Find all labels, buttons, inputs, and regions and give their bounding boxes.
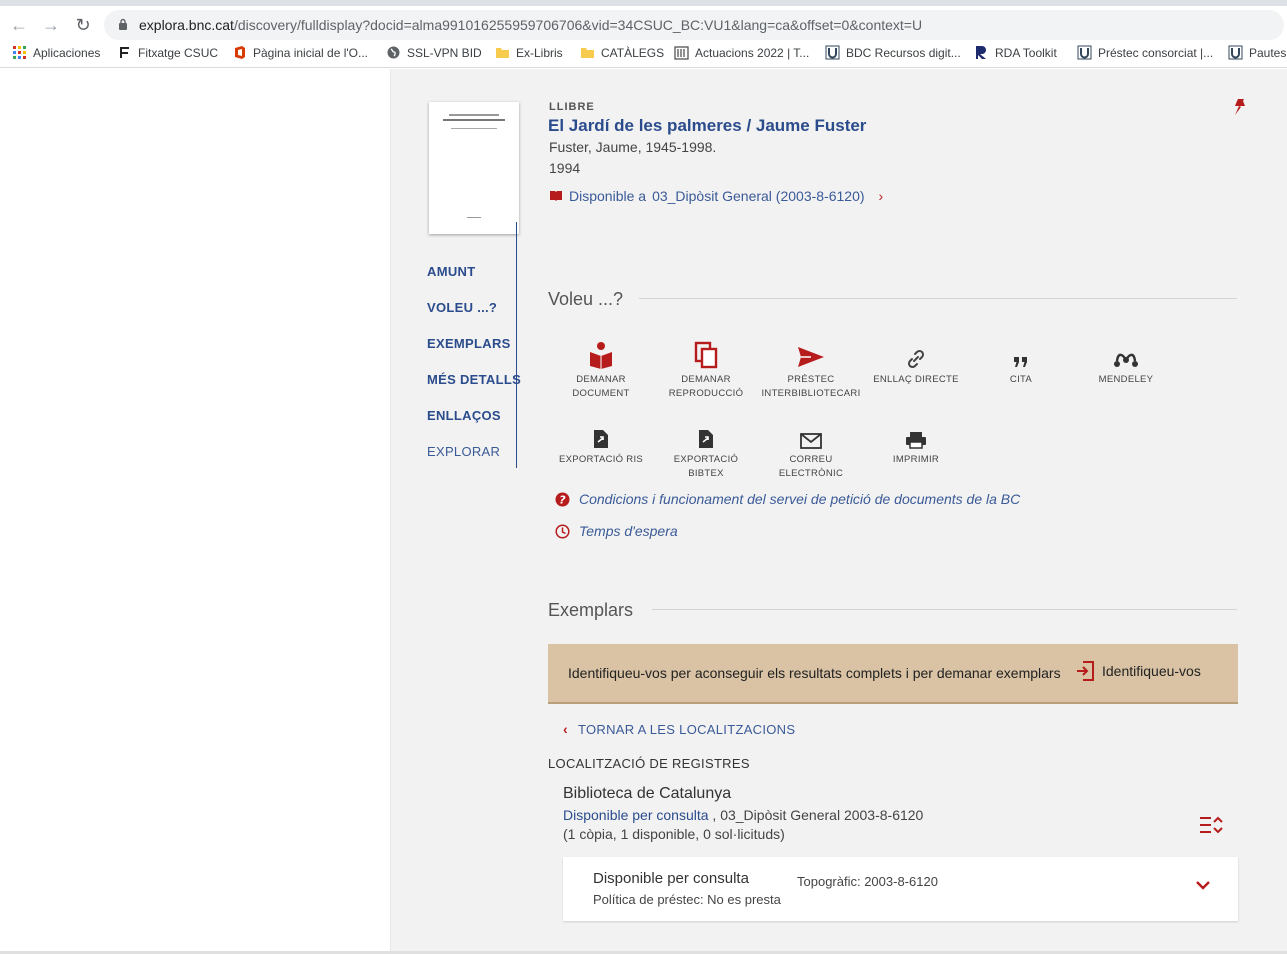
library-status-line: Disponible per consulta , 03_Dipòsit Gen… (563, 807, 924, 823)
nav-enllacos[interactable]: ENLLAÇOS (427, 408, 501, 423)
bookmark-office[interactable]: Pàgina inicial de l'O... (232, 45, 368, 60)
status-link[interactable]: Disponible per consulta (563, 807, 709, 823)
globe-icon (387, 46, 400, 59)
filter-sort-icon[interactable] (1199, 815, 1223, 835)
exportacio-ris-button[interactable]: EXPORTACIÓ RIS (549, 417, 653, 467)
request-book-icon (590, 342, 612, 369)
bookmarks-bar: Aplicaciones Fitxatge CSUC Pàgina inicia… (0, 40, 1287, 68)
browser-toolbar: ← → ↻ explora.bnc.cat/discovery/fulldisp… (0, 0, 1287, 40)
exemplars-heading: Exemplars (548, 600, 634, 620)
library-name: Biblioteca de Catalunya (563, 785, 732, 802)
demanar-document-button[interactable]: DEMANAR DOCUMENT (549, 337, 653, 401)
back-arrow-icon[interactable]: ← (8, 14, 30, 36)
record-author: Fuster, Jaume, 1945-1998. (549, 139, 717, 155)
reload-icon[interactable]: ↻ (72, 14, 94, 36)
bookmark-fitxatge[interactable]: Fitxatge CSUC (117, 45, 218, 60)
clock-icon (555, 524, 570, 539)
pin-icon[interactable] (1233, 98, 1247, 116)
svg-text:?: ? (559, 494, 566, 507)
divider (639, 298, 1237, 299)
loan-policy: Política de préstec: No es presta (593, 892, 781, 907)
record-title[interactable]: El Jardí de les palmeres / Jaume Fuster (548, 116, 866, 136)
nav-voleu[interactable]: VOLEU ...? (427, 300, 497, 315)
u-icon (1077, 45, 1092, 60)
folder-icon (581, 48, 594, 58)
help-icon: ? (555, 492, 570, 507)
cita-button[interactable]: CITA (969, 337, 1073, 387)
call-number: Topogràfic: 2003-8-6120 (797, 874, 938, 889)
nav-explorar[interactable]: EXPLORAR (427, 444, 500, 459)
section-nav: AMUNT VOLEU ...? EXEMPLARS MÉS DETALLS E… (427, 222, 521, 468)
office-icon (235, 46, 245, 59)
r-icon (976, 46, 986, 59)
nav-exemplars[interactable]: EXEMPLARS (427, 336, 511, 351)
bookmark-exlibris[interactable]: Ex-Libris (495, 45, 563, 60)
prestec-interbibliotecari-button[interactable]: PRÉSTEC INTERBIBLIOTECARI (759, 337, 863, 401)
conditions-link[interactable]: ? Condicions i funcionament del servei d… (555, 491, 1020, 507)
building-icon (674, 46, 689, 60)
fitxatge-icon (120, 47, 129, 58)
bookmark-rda[interactable]: RDA Toolkit (974, 45, 1057, 60)
u-icon (825, 45, 840, 60)
open-book-icon (550, 191, 562, 201)
cover-text-line (449, 114, 499, 116)
mendeley-button[interactable]: MENDELEY (1074, 337, 1178, 387)
send-icon (798, 347, 824, 367)
bookmark-bdc[interactable]: BDC Recursos digit... (825, 45, 961, 60)
record-year: 1994 (549, 160, 581, 176)
mendeley-icon (1114, 353, 1138, 367)
book-cover-thumbnail[interactable] (429, 102, 519, 234)
item-status: Disponible per consulta (593, 870, 749, 887)
enllac-directe-button[interactable]: ENLLAÇ DIRECTE (864, 337, 968, 387)
divider (652, 609, 1237, 610)
bookmark-pautes[interactable]: Pautes (1228, 45, 1286, 60)
forward-arrow-icon[interactable]: → (40, 14, 62, 36)
exportacio-bibtex-button[interactable]: EXPORTACIÓ BIBTEX (654, 417, 758, 481)
cover-text-line (451, 128, 497, 129)
cover-text-line (443, 119, 505, 121)
export-ris-icon (594, 430, 608, 448)
link-icon (907, 349, 925, 369)
copies-summary: (1 còpia, 1 disponible, 0 sol·licituds) (563, 826, 785, 842)
lock-icon (119, 18, 127, 30)
url-text: explora.bnc.cat/discovery/fulldisplay?do… (139, 17, 923, 33)
address-bar[interactable]: explora.bnc.cat/discovery/fulldisplay?do… (104, 10, 1284, 40)
bookmark-catalegs[interactable]: CATÀLEGS (580, 45, 664, 60)
quote-icon (1014, 357, 1027, 367)
imprimir-button[interactable]: IMPRIMIR (864, 417, 968, 467)
chevron-down-icon[interactable] (1195, 879, 1211, 891)
correu-electronic-button[interactable]: CORREU ELECTRÒNIC (759, 417, 863, 481)
bookmark-vpn[interactable]: SSL-VPN BID (386, 45, 482, 60)
left-margin (0, 69, 391, 954)
export-bibtex-icon (699, 430, 713, 448)
folder-icon (496, 48, 509, 58)
email-icon (800, 433, 822, 449)
print-icon (906, 432, 926, 449)
chevron-left-icon: ‹ (563, 721, 568, 737)
bookmark-aplicaciones[interactable]: Aplicaciones (12, 45, 100, 60)
sign-in-icon (1077, 661, 1094, 681)
cover-text-line (467, 217, 481, 218)
voleu-heading: Voleu ...? (548, 289, 624, 309)
nav-amunt[interactable]: AMUNT (427, 264, 475, 279)
item-row[interactable]: Disponible per consulta Política de prés… (563, 857, 1238, 921)
login-banner: Identifiqueu-vos per aconseguir els resu… (548, 644, 1238, 704)
availability-link[interactable]: Disponible a 03_Dipòsit General (2003-8-… (549, 188, 883, 204)
nav-mes-detalls[interactable]: MÉS DETALLS (427, 372, 521, 387)
demanar-reproduccio-button[interactable]: DEMANAR REPRODUCCIÓ (654, 337, 758, 401)
login-button[interactable]: Identifiqueu-vos (1076, 661, 1201, 681)
back-to-locations-link[interactable]: ‹ TORNAR A LES LOCALITZACIONS (563, 721, 795, 737)
location-heading: LOCALITZACIÓ DE REGISTRES (548, 756, 750, 771)
apps-grid-icon (13, 46, 26, 59)
full-record-panel: LLIBRE El Jardí de les palmeres / Jaume … (391, 69, 1287, 954)
wait-time-link[interactable]: Temps d'espera (555, 523, 678, 539)
copy-icon (694, 341, 718, 369)
record-type: LLIBRE (549, 101, 595, 113)
bookmark-prestec[interactable]: Préstec consorciat |... (1077, 45, 1213, 60)
chevron-right-icon: › (878, 188, 884, 204)
u-icon (1228, 45, 1243, 60)
bookmark-actuacions[interactable]: Actuacions 2022 | T... (674, 45, 809, 60)
